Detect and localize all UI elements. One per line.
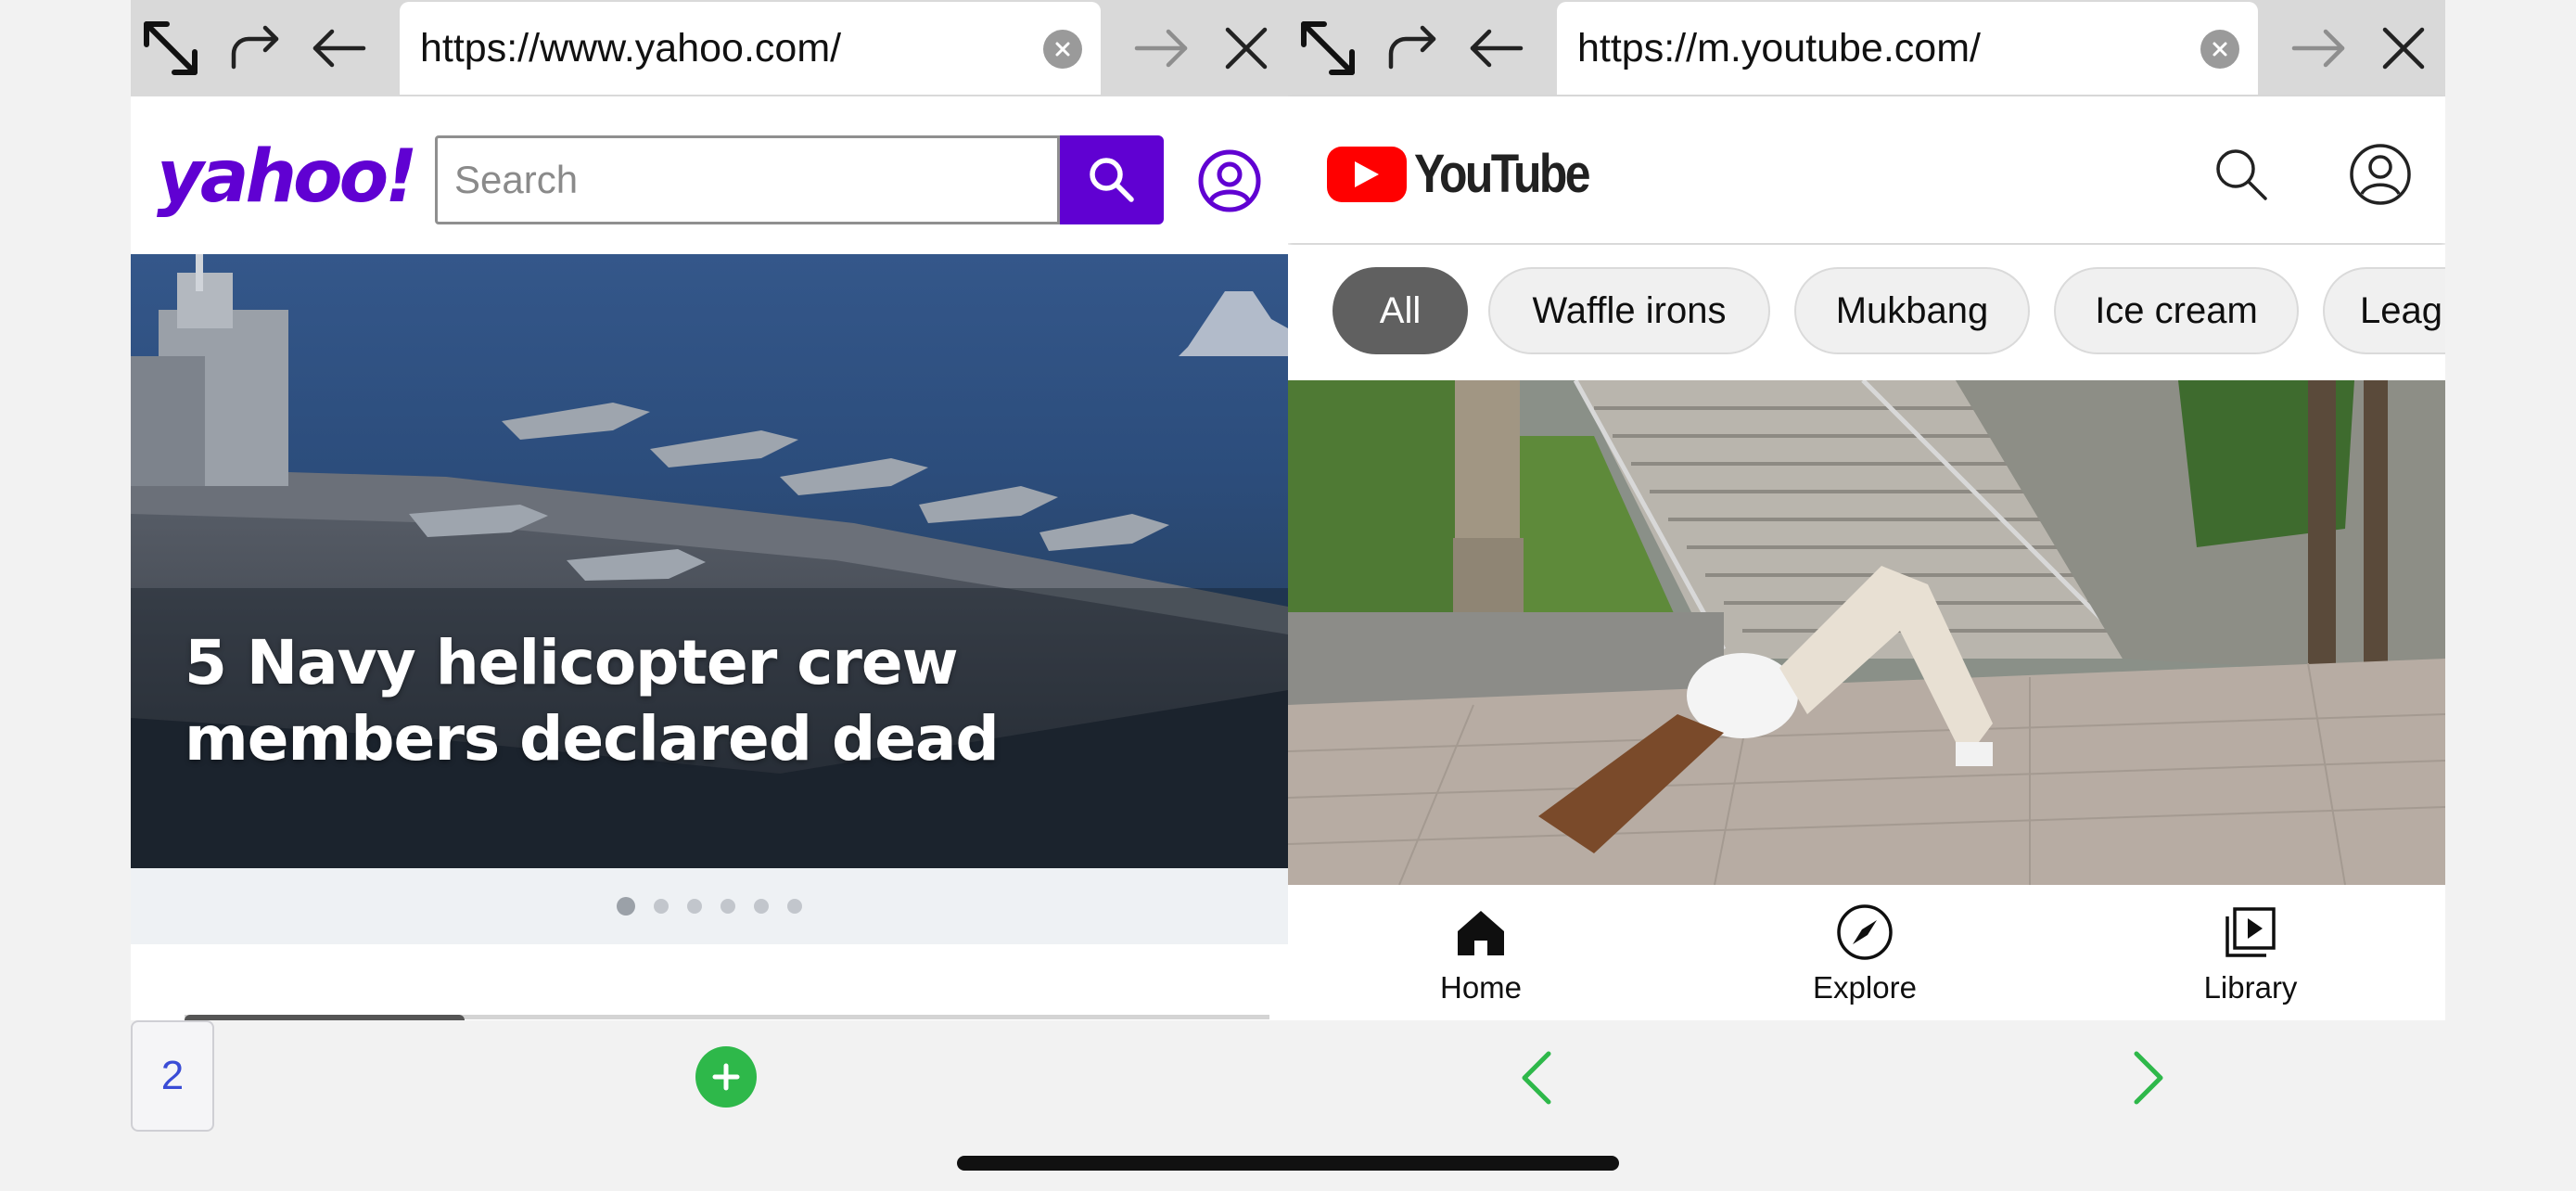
carousel-dot-1[interactable]: [617, 897, 635, 916]
home-icon: [1458, 911, 1504, 955]
clear-url-icon[interactable]: [2200, 30, 2239, 69]
youtube-logo[interactable]: YouTube: [1327, 143, 1616, 205]
hero-headline[interactable]: 5 Navy helicopter crew members declared …: [185, 625, 1242, 777]
redo-icon[interactable]: [214, 7, 294, 89]
carousel-dots: [131, 868, 1288, 944]
url-text: https://m.youtube.com/: [1577, 25, 1981, 70]
nav-library[interactable]: Library: [2167, 902, 2334, 1013]
youtube-play-icon: [1327, 146, 1407, 202]
explore-icon: [1837, 904, 1893, 960]
chip-waffle-irons[interactable]: Waffle irons: [1488, 267, 1770, 354]
add-tab-button[interactable]: [695, 1046, 757, 1108]
home-indicator[interactable]: [957, 1156, 1619, 1171]
nav-explore[interactable]: Explore: [1781, 902, 1948, 1013]
right-browser-pane: https://m.youtube.com/ YouTube All Waffl…: [1288, 0, 2445, 1020]
hero-story-card[interactable]: 5 Navy helicopter crew members declared …: [131, 254, 1288, 868]
left-address-toolbar: https://www.yahoo.com/: [131, 0, 1288, 96]
close-icon[interactable]: [1206, 7, 1286, 89]
close-icon[interactable]: [2364, 7, 2443, 89]
back-arrow-icon[interactable]: [300, 7, 379, 89]
url-field[interactable]: https://www.yahoo.com/: [400, 2, 1101, 95]
nav-home[interactable]: Home: [1397, 902, 1564, 1013]
forward-arrow-icon[interactable]: [1121, 7, 1201, 89]
left-browser-pane: https://www.yahoo.com/ yahoo! Search 5 N…: [131, 0, 1288, 1020]
youtube-header: YouTube: [1288, 96, 2445, 243]
chevron-right-icon[interactable]: [2120, 1048, 2175, 1108]
account-icon[interactable]: [2349, 143, 2412, 206]
split-browser-screen: https://www.yahoo.com/ yahoo! Search 5 N…: [0, 0, 2576, 1191]
carousel-dot-2[interactable]: [654, 899, 669, 914]
url-field[interactable]: https://m.youtube.com/: [1557, 2, 2258, 95]
yahoo-header: yahoo!: [131, 96, 1288, 254]
forward-arrow-icon[interactable]: [2278, 7, 2358, 89]
library-icon: [2225, 907, 2276, 957]
video-thumbnail[interactable]: [1288, 380, 2445, 885]
chip-mukbang[interactable]: Mukbang: [1794, 267, 2030, 354]
expand-icon[interactable]: [131, 7, 210, 89]
chip-ice-cream[interactable]: Ice cream: [2054, 267, 2299, 354]
chevron-left-icon[interactable]: [1510, 1048, 1565, 1108]
right-address-toolbar: https://m.youtube.com/: [1288, 0, 2445, 96]
plus-icon: [712, 1063, 740, 1091]
nav-home-label: Home: [1439, 970, 1523, 1005]
search-icon[interactable]: [2212, 145, 2271, 204]
carousel-dot-5[interactable]: [754, 899, 769, 914]
yahoo-search-button[interactable]: [1060, 135, 1164, 224]
carousel-dot-6[interactable]: [787, 899, 802, 914]
tab-count-button[interactable]: 2: [131, 1020, 214, 1132]
account-icon[interactable]: [1197, 148, 1262, 213]
dancer-on-stairs-photo: [1288, 380, 2445, 885]
app-bottom-toolbar: 2: [0, 1020, 2576, 1191]
carousel-dot-4[interactable]: [721, 899, 735, 914]
chip-leag[interactable]: Leag: [2323, 267, 2445, 354]
redo-icon[interactable]: [1371, 7, 1451, 89]
category-chips: All Waffle irons Mukbang Ice cream Leag: [1288, 245, 2445, 380]
clear-url-icon[interactable]: [1043, 30, 1082, 69]
yahoo-search-input[interactable]: [435, 135, 1060, 224]
yahoo-logo[interactable]: yahoo!: [157, 135, 418, 219]
chip-all[interactable]: All: [1333, 267, 1468, 354]
url-text: https://www.yahoo.com/: [420, 25, 842, 70]
youtube-bottom-nav: Home Explore Library: [1288, 885, 2445, 1020]
back-arrow-icon[interactable]: [1457, 7, 1537, 89]
nav-library-label: Library: [2203, 970, 2298, 1005]
search-icon: [1090, 158, 1134, 202]
expand-icon[interactable]: [1288, 7, 1368, 89]
nav-explore-label: Explore: [1813, 970, 1917, 1005]
carousel-dot-3[interactable]: [687, 899, 702, 914]
youtube-wordmark: YouTube: [1414, 144, 1590, 204]
